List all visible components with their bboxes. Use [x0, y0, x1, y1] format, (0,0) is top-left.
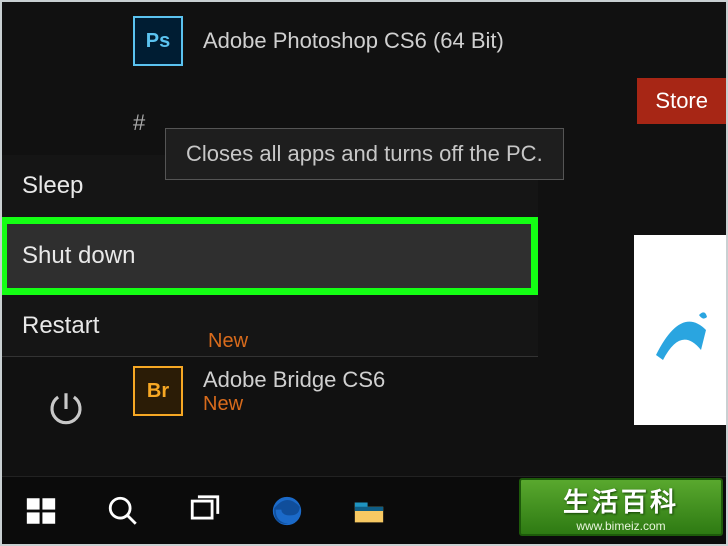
app-label: Adobe Photoshop CS6 (64 Bit) — [203, 28, 504, 54]
edge-browser-button[interactable] — [246, 477, 328, 545]
store-button[interactable]: Store — [637, 78, 728, 124]
power-shutdown[interactable]: Shut down — [0, 217, 538, 295]
search-button[interactable] — [82, 477, 164, 545]
section-hash: # — [133, 110, 145, 136]
app-new-label: New — [208, 330, 248, 353]
file-explorer-button[interactable] — [328, 477, 410, 545]
app-list-item[interactable]: Br Adobe Bridge CS6 New — [133, 366, 385, 416]
photoshop-icon: Ps — [133, 16, 183, 66]
task-view-button[interactable] — [164, 477, 246, 545]
app-label: Adobe Bridge CS6 — [203, 367, 385, 393]
start-button[interactable] — [0, 477, 82, 545]
bridge-icon: Br — [133, 366, 183, 416]
power-menu: Sleep Shut down Restart — [0, 155, 538, 357]
power-restart[interactable]: Restart — [0, 295, 538, 357]
app-new-label: New — [203, 393, 385, 416]
shutdown-tooltip: Closes all apps and turns off the PC. — [165, 128, 564, 180]
watermark-url: www.bimeiz.com — [576, 519, 665, 533]
watermark-title: 生活百科 — [563, 482, 679, 519]
app-list-item[interactable]: Ps Adobe Photoshop CS6 (64 Bit) — [133, 16, 504, 66]
power-icon[interactable] — [45, 388, 87, 435]
app-tile[interactable] — [634, 235, 728, 425]
watermark: 生活百科 www.bimeiz.com — [519, 478, 723, 536]
